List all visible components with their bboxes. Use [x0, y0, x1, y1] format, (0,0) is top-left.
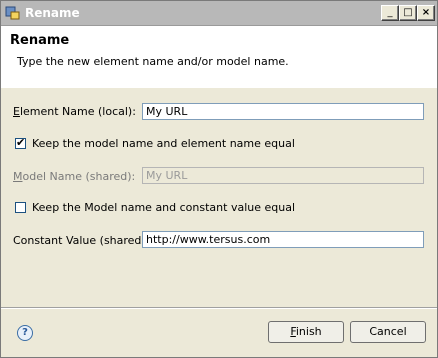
- window-title: Rename: [25, 6, 80, 20]
- footer-separator-highlight: [1, 308, 437, 309]
- element-name-label: Element Name (local):: [13, 105, 136, 118]
- help-icon[interactable]: ?: [17, 325, 33, 341]
- minimize-button[interactable]: _: [381, 5, 399, 21]
- header-description: Type the new element name and/or model n…: [17, 55, 289, 68]
- header-separator: [1, 87, 437, 88]
- constant-value-label: Constant Value (shared):: [13, 234, 150, 247]
- keep-names-equal-checkbox[interactable]: ✔: [15, 136, 26, 149]
- element-name-input[interactable]: My URL: [142, 103, 424, 120]
- keep-constant-equal-checkbox[interactable]: [15, 202, 26, 213]
- keep-names-equal-label[interactable]: Keep the model name and element name equ…: [32, 137, 295, 150]
- constant-value-input[interactable]: http://www.tersus.com: [142, 231, 424, 248]
- close-button[interactable]: ×: [417, 5, 435, 21]
- rename-dialog-icon: [5, 6, 20, 20]
- header-title: Rename: [10, 33, 70, 48]
- maximize-button[interactable]: □: [399, 5, 417, 21]
- checkmark-icon: ✔: [16, 136, 26, 149]
- keep-constant-equal-label[interactable]: Keep the Model name and constant value e…: [32, 201, 295, 214]
- model-name-label: Model Name (shared):: [13, 170, 136, 183]
- finish-button[interactable]: Finish: [268, 321, 344, 343]
- rename-dialog: Rename _ □ × Rename Type the new element…: [0, 0, 438, 358]
- cancel-button[interactable]: Cancel: [350, 321, 426, 343]
- title-bar[interactable]: Rename _ □ ×: [1, 1, 437, 26]
- model-name-input: My URL: [142, 167, 424, 184]
- dialog-header: Rename Type the new element name and/or …: [1, 26, 437, 88]
